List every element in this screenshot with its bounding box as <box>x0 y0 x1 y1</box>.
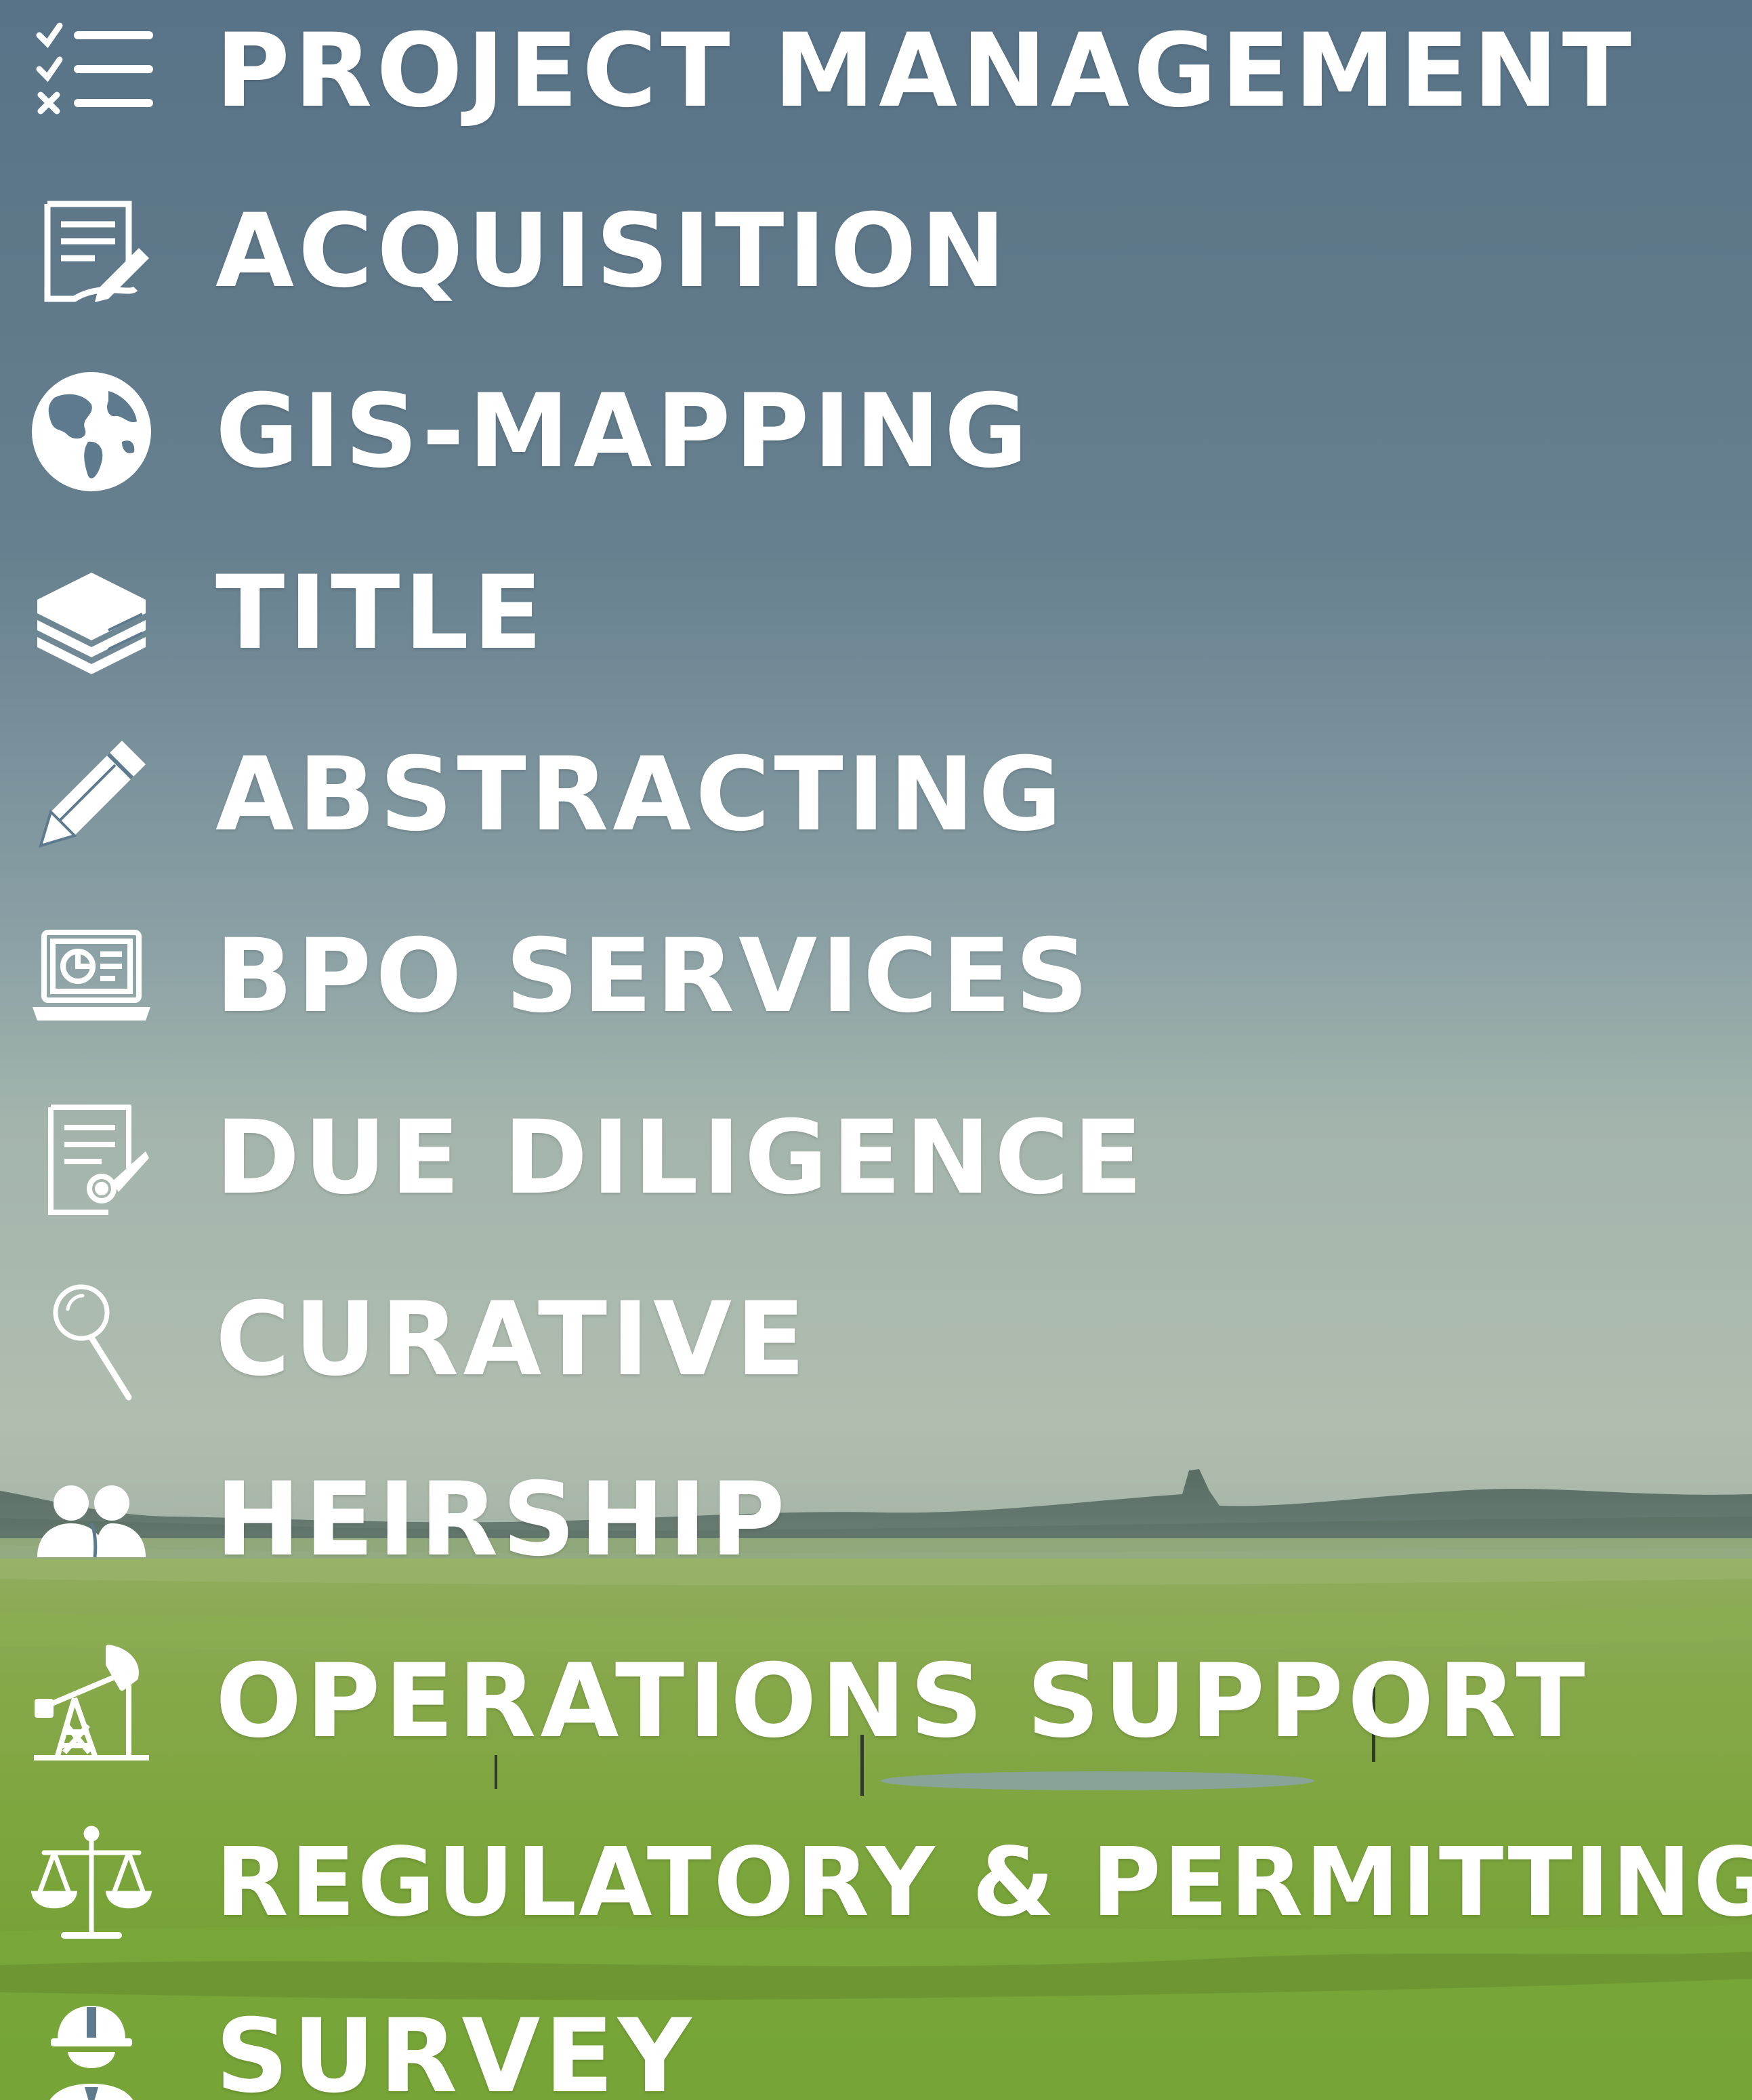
service-item-title[interactable]: TITLE <box>27 535 547 691</box>
service-item-abstracting[interactable]: ABSTRACTING <box>27 717 1066 873</box>
laptop-chart-icon <box>27 912 156 1041</box>
checklist-icon <box>27 7 156 136</box>
service-label: SURVEY <box>215 1998 696 2100</box>
service-item-survey[interactable]: SURVEY <box>27 1979 696 2100</box>
service-label: PROJECT MANAGEMENT <box>215 12 1636 130</box>
service-label: CURATIVE <box>215 1281 810 1399</box>
certificate-icon <box>27 1094 156 1222</box>
service-label: ACQUISITION <box>215 192 1010 310</box>
oil-pump-icon <box>27 1637 156 1766</box>
surveyor-icon <box>27 1992 156 2100</box>
globe-icon <box>27 367 156 496</box>
service-label: REGULATORY & PERMITTING <box>215 1828 1752 1938</box>
service-item-heirship[interactable]: HEIRSHIP <box>27 1442 789 1598</box>
scales-icon <box>27 1819 156 1948</box>
service-item-due-diligence[interactable]: DUE DILIGENCE <box>27 1080 1146 1236</box>
service-label: BPO SERVICES <box>215 918 1093 1035</box>
service-item-acquisition[interactable]: ACQUISITION <box>27 173 1009 329</box>
service-item-gis-mapping[interactable]: GIS-MAPPING <box>27 354 1032 510</box>
service-label: HEIRSHIP <box>215 1461 789 1579</box>
services-list: PROJECT MANAGEMENT ACQUISITION GIS-MAPPI… <box>0 0 1752 2100</box>
books-icon <box>27 549 156 678</box>
service-label: GIS-MAPPING <box>215 373 1032 491</box>
magnifier-icon <box>27 1275 156 1404</box>
service-item-curative[interactable]: CURATIVE <box>27 1262 810 1418</box>
document-edit-icon <box>27 187 156 316</box>
service-item-project-management[interactable]: PROJECT MANAGEMENT <box>27 0 1635 149</box>
service-label: ABSTRACTING <box>215 736 1066 854</box>
service-label: TITLE <box>215 554 547 672</box>
service-item-operations-support[interactable]: OPERATIONS SUPPORT <box>27 1624 1589 1779</box>
pencil-icon <box>27 730 156 859</box>
service-label: OPERATIONS SUPPORT <box>215 1643 1589 1761</box>
service-item-bpo-services[interactable]: BPO SERVICES <box>27 899 1093 1054</box>
service-label: DUE DILIGENCE <box>215 1099 1147 1217</box>
people-icon <box>27 1456 156 1584</box>
service-item-regulatory-permitting[interactable]: REGULATORY & PERMITTING <box>27 1805 1752 1961</box>
